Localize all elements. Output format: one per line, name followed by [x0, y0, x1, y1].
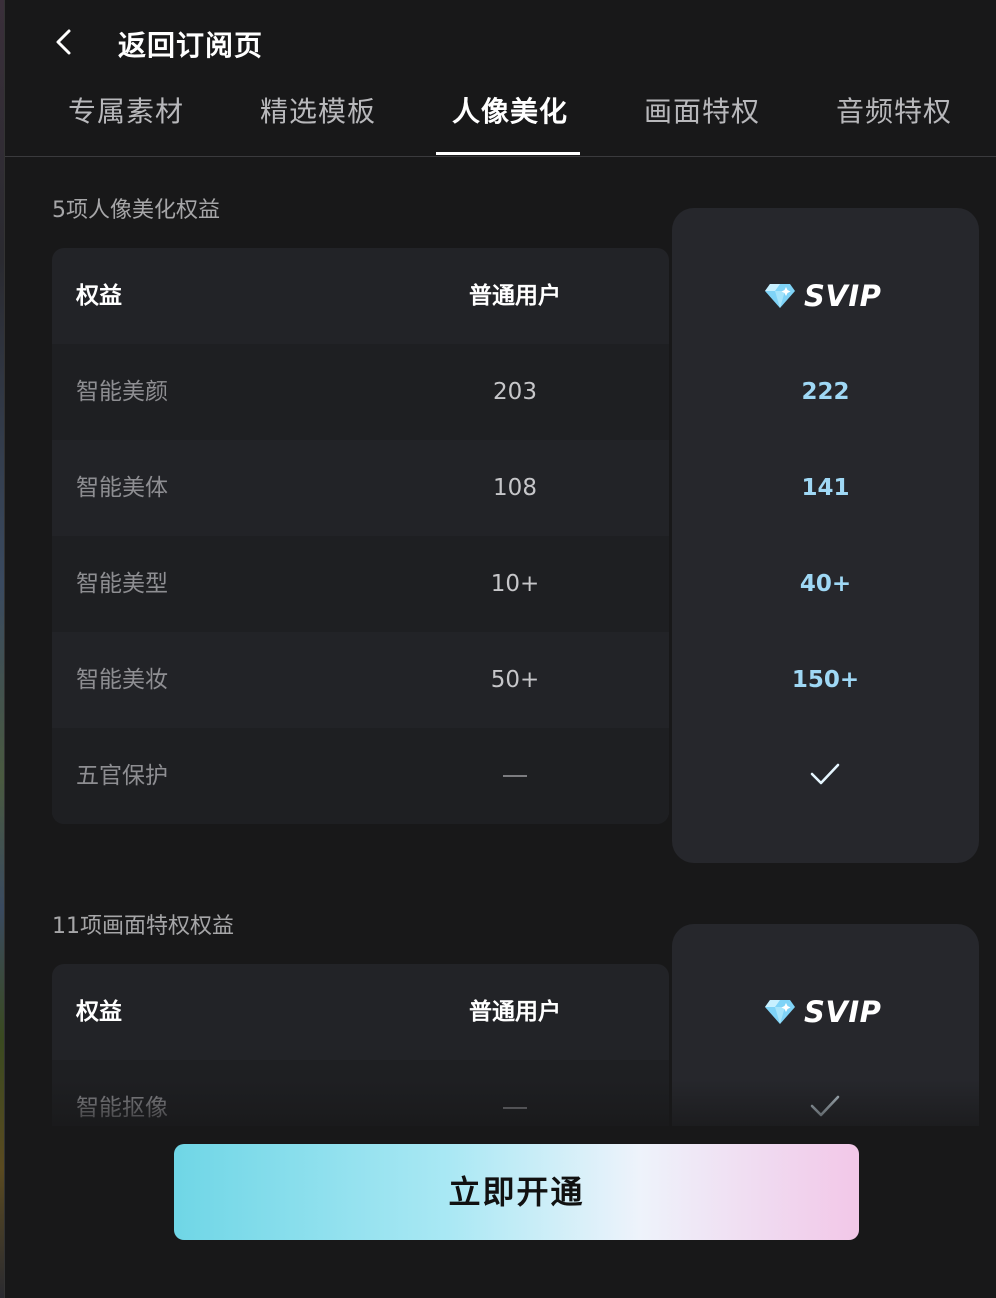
scroll-fade — [5, 1080, 996, 1130]
svip-label: SVIP — [804, 995, 882, 1029]
back-button[interactable] — [47, 26, 83, 58]
tab-selected-templates[interactable]: 精选模板 — [260, 90, 376, 130]
column-header-benefit: 权益 — [76, 283, 122, 309]
normal-value: 108 — [493, 475, 537, 501]
svip-column: SVIP 222 141 40+ 150+ — [672, 208, 979, 863]
diamond-icon — [765, 1000, 795, 1024]
table-header-row: 权益 普通用户 — [52, 964, 669, 1060]
svip-value: 141 — [801, 475, 850, 501]
svip-logo: SVIP — [764, 994, 881, 1030]
back-title[interactable]: 返回订阅页 — [118, 24, 263, 64]
svip-value-cell — [672, 728, 979, 824]
column-header-normal-user: 普通用户 — [469, 283, 561, 309]
svip-value: 222 — [801, 379, 850, 405]
table-row: 智能美颜 203 — [52, 344, 669, 440]
svip-value: 150+ — [791, 667, 860, 693]
benefit-name: 智能美妆 — [76, 667, 168, 693]
tab-bar: 专属素材 精选模板 人像美化 画面特权 音频特权 — [5, 80, 996, 157]
normal-value: 203 — [493, 379, 537, 405]
benefit-name: 五官保护 — [76, 763, 168, 789]
svip-value: 40+ — [799, 571, 852, 597]
subscribe-now-button[interactable]: 立即开通 — [174, 1144, 859, 1240]
benefit-name: 智能美型 — [76, 571, 168, 597]
column-header-normal-user: 普通用户 — [469, 999, 561, 1025]
svip-header: SVIP — [672, 248, 979, 344]
section-title-visual: 11项画面特权权益 — [52, 914, 234, 939]
svip-logo: SVIP — [764, 278, 881, 314]
svip-header: SVIP — [672, 964, 979, 1060]
active-tab-indicator — [436, 152, 580, 155]
check-icon — [810, 763, 840, 785]
table-row: 智能美型 10+ — [52, 536, 669, 632]
header: 返回订阅页 — [5, 0, 996, 80]
table-header-row: 权益 普通用户 — [52, 248, 669, 344]
dash-icon — [503, 775, 527, 777]
benefit-name: 智能美颜 — [76, 379, 168, 405]
diamond-icon — [765, 284, 795, 308]
normal-value: 10+ — [490, 571, 540, 597]
benefit-name: 智能美体 — [76, 475, 168, 501]
svip-label: SVIP — [804, 279, 882, 313]
tab-audio-privileges[interactable]: 音频特权 — [836, 90, 952, 130]
chevron-left-icon — [56, 29, 71, 55]
tab-portrait-beauty[interactable]: 人像美化 — [452, 90, 568, 130]
column-header-benefit: 权益 — [76, 999, 122, 1025]
benefits-table-portrait: 权益 普通用户 智能美颜 203 智能美体 108 智能美型 10+ 智能美妆 … — [52, 248, 669, 824]
tab-exclusive-materials[interactable]: 专属素材 — [68, 90, 184, 130]
table-row: 智能美体 108 — [52, 440, 669, 536]
tab-visual-privileges[interactable]: 画面特权 — [644, 90, 760, 130]
normal-value: 50+ — [490, 667, 540, 693]
table-row: 智能美妆 50+ — [52, 632, 669, 728]
section-title-portrait: 5项人像美化权益 — [52, 198, 220, 223]
table-row: 五官保护 — [52, 728, 669, 824]
